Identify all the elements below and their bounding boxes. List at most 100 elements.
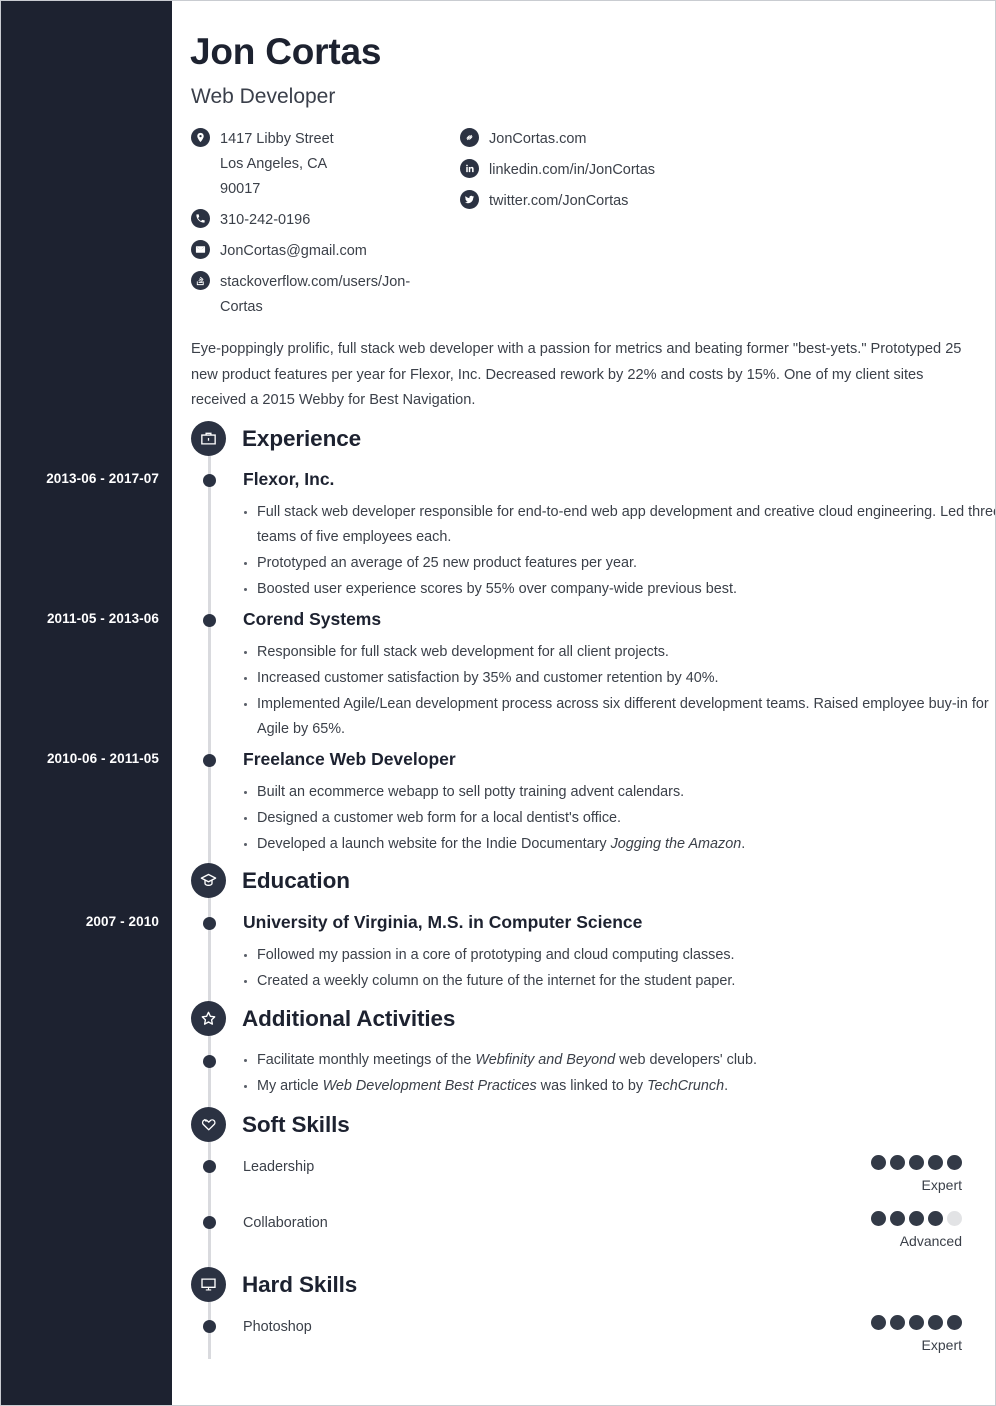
- sidebar-dates-panel: 2013-06 - 2017-07 2011-05 - 2013-06 2010…: [1, 1, 172, 1405]
- contact-linkedin[interactable]: linkedin.com/in/JonCortas: [460, 158, 655, 183]
- date-label-experience-2: 2011-05 - 2013-06: [46, 611, 159, 626]
- skill-rating-label: Advanced: [899, 1233, 962, 1249]
- envelope-icon: [191, 240, 210, 259]
- skill-rating-label: Expert: [921, 1177, 962, 1193]
- candidate-job-title: Web Developer: [191, 85, 336, 108]
- education-entry-bullets: Followed my passion in a core of prototy…: [243, 943, 995, 994]
- bullet-item: Created a weekly column on the future of…: [243, 969, 995, 994]
- briefcase-icon: [191, 421, 226, 456]
- skill-rating: Advanced: [871, 1211, 962, 1249]
- timeline-node: [203, 917, 216, 930]
- contact-address-text: 1417 Libby Street Los Angeles, CA 90017: [220, 131, 334, 197]
- rating-dot: [871, 1155, 886, 1170]
- section-title-education: Education: [242, 867, 350, 893]
- timeline-node: [203, 1320, 216, 1333]
- link-icon: [460, 128, 479, 147]
- experience-entry: Freelance Web Developer Built an ecommer…: [243, 749, 995, 858]
- section-header-education: Education: [191, 863, 350, 898]
- timeline-node: [203, 754, 216, 767]
- skill-name: Collaboration: [243, 1215, 328, 1231]
- timeline-node: [203, 1160, 216, 1173]
- rating-dot: [890, 1315, 905, 1330]
- rating-dot: [947, 1315, 962, 1330]
- bullet-item: Responsible for full stack web developme…: [243, 640, 995, 665]
- contact-email: JonCortas@gmail.com: [191, 239, 435, 264]
- resume-main-column: Jon Cortas Web Developer 1417 Libby Stre…: [172, 1, 995, 1405]
- phone-icon: [191, 209, 210, 228]
- contact-email-text: JonCortas@gmail.com: [220, 243, 367, 259]
- bullet-item: Designed a customer web form for a local…: [243, 806, 995, 831]
- timeline-node: [203, 474, 216, 487]
- section-header-activities: Additional Activities: [191, 1001, 455, 1036]
- rating-dot: [871, 1315, 886, 1330]
- bullet-item: Increased customer satisfaction by 35% a…: [243, 666, 995, 691]
- section-header-hard-skills: Hard Skills: [191, 1267, 357, 1302]
- bullet-item: Full stack web developer responsible for…: [243, 500, 995, 550]
- education-entry-title: University of Virginia, M.S. in Computer…: [243, 912, 643, 932]
- timeline-node: [203, 1216, 216, 1229]
- skill-row: Photoshop Expert: [243, 1315, 962, 1353]
- bullet-item: Prototyped an average of 25 new product …: [243, 551, 995, 576]
- rating-dot: [909, 1155, 924, 1170]
- bullet-item: Boosted user experience scores by 55% ov…: [243, 577, 995, 602]
- date-label-education-1: 2007 - 2010: [85, 914, 159, 929]
- contact-linkedin-text: linkedin.com/in/JonCortas: [489, 162, 656, 178]
- rating-dot: [890, 1155, 905, 1170]
- contact-column-left: 1417 Libby Street Los Angeles, CA 90017 31…: [191, 127, 435, 326]
- education-entry: University of Virginia, M.S. in Computer…: [243, 912, 995, 995]
- section-header-experience: Experience: [191, 421, 361, 456]
- rating-dot: [890, 1211, 905, 1226]
- twitter-icon: [460, 190, 479, 209]
- rating-dot: [928, 1155, 943, 1170]
- experience-entry-title: Corend Systems: [243, 609, 382, 629]
- bullet-item: Built an ecommerce webapp to sell potty …: [243, 780, 995, 805]
- star-icon: [191, 1001, 226, 1036]
- heart-in-hand-icon: [191, 1107, 226, 1142]
- contact-phone-text: 310-242-0196: [220, 212, 311, 228]
- monitor-icon: [191, 1267, 226, 1302]
- section-title-soft-skills: Soft Skills: [242, 1111, 350, 1137]
- resume-page: 2013-06 - 2017-07 2011-05 - 2013-06 2010…: [0, 0, 996, 1406]
- skill-rating: Expert: [871, 1155, 962, 1193]
- experience-entry-bullets: Responsible for full stack web developme…: [243, 640, 995, 742]
- experience-entry-title: Freelance Web Developer: [243, 749, 456, 769]
- rating-dot: [947, 1155, 962, 1170]
- stackoverflow-icon: [191, 271, 210, 290]
- contact-website[interactable]: JonCortas.com: [460, 127, 655, 152]
- skill-rating-dots: [871, 1315, 962, 1330]
- timeline-node: [203, 1055, 216, 1068]
- date-label-experience-3: 2010-06 - 2011-05: [46, 751, 159, 766]
- contact-column-right: JonCortas.com linkedin.com/in/JonCortas …: [460, 127, 655, 220]
- bullet-item: My article Web Development Best Practice…: [243, 1074, 995, 1099]
- skill-rating-dots: [871, 1155, 962, 1170]
- rating-dot: [871, 1211, 886, 1226]
- activities-entry: Facilitate monthly meetings of the Webfi…: [243, 1048, 995, 1100]
- bullet-item: Followed my passion in a core of prototy…: [243, 943, 995, 968]
- skill-rating-dots: [871, 1211, 962, 1226]
- bullet-item: Facilitate monthly meetings of the Webfi…: [243, 1048, 995, 1073]
- linkedin-icon: [460, 159, 479, 178]
- location-pin-icon: [191, 128, 210, 147]
- experience-entry-bullets: Full stack web developer responsible for…: [243, 500, 995, 602]
- bullet-item: Implemented Agile/Lean development proce…: [243, 692, 995, 742]
- section-header-soft-skills: Soft Skills: [191, 1107, 350, 1142]
- contact-phone: 310-242-0196: [191, 208, 435, 233]
- contact-twitter[interactable]: twitter.com/JonCortas: [460, 189, 655, 214]
- date-label-experience-1: 2013-06 - 2017-07: [46, 471, 159, 486]
- contact-stackoverflow: stackoverflow.com/users/Jon-Cortas: [191, 270, 435, 320]
- contact-website-text: JonCortas.com: [489, 131, 587, 147]
- rating-dot: [909, 1211, 924, 1226]
- activities-bullets: Facilitate monthly meetings of the Webfi…: [243, 1048, 995, 1099]
- rating-dot: [947, 1211, 962, 1226]
- section-title-activities: Additional Activities: [242, 1005, 456, 1031]
- contact-twitter-text: twitter.com/JonCortas: [489, 193, 629, 209]
- rating-dot: [928, 1211, 943, 1226]
- skill-rating: Expert: [871, 1315, 962, 1353]
- experience-entry: Flexor, Inc. Full stack web developer re…: [243, 469, 995, 603]
- skill-row: Collaboration Advanced: [243, 1211, 962, 1249]
- candidate-name: Jon Cortas: [190, 31, 382, 72]
- contact-stackoverflow-text: stackoverflow.com/users/Jon-Cortas: [220, 274, 411, 315]
- experience-entry: Corend Systems Responsible for full stac…: [243, 609, 995, 743]
- skill-rating-label: Expert: [921, 1337, 962, 1353]
- timeline-node: [203, 614, 216, 627]
